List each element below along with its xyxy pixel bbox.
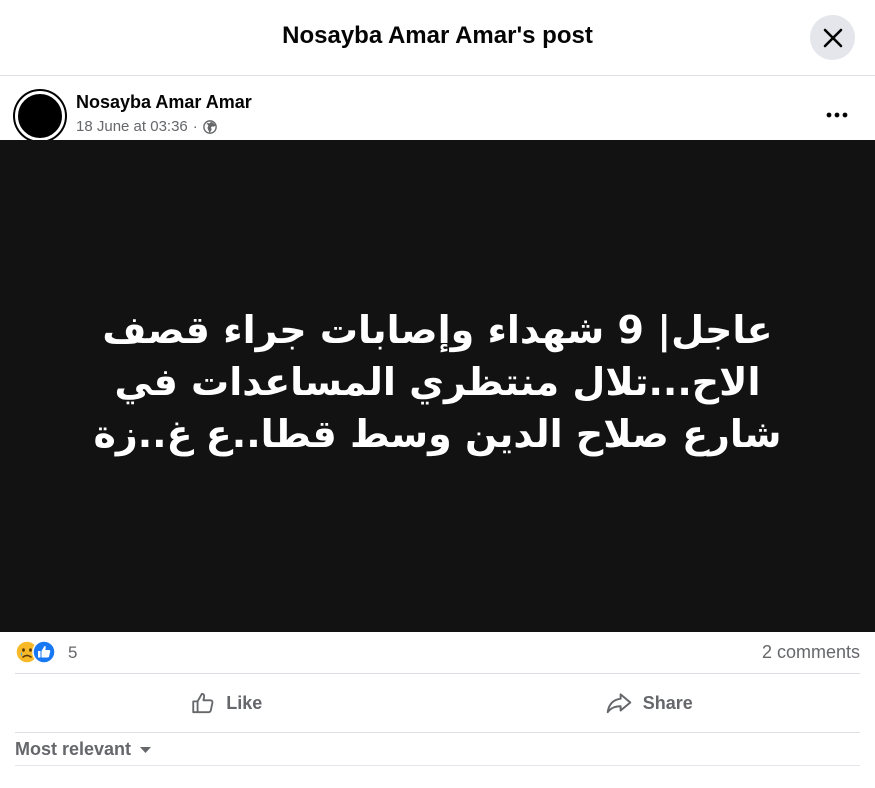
reaction-count[interactable]: 5 (68, 643, 77, 663)
like-button[interactable]: Like (15, 675, 438, 731)
dialog-header: Nosayba Amar Amar's post (0, 0, 875, 76)
globe-icon (202, 119, 217, 134)
reaction-stats: 5 2 comments (15, 636, 860, 672)
share-button[interactable]: Share (438, 675, 861, 731)
reactions-summary[interactable] (15, 640, 56, 664)
close-icon (823, 28, 842, 47)
meta-separator: · (192, 118, 198, 135)
author-name[interactable]: Nosayba Amar Amar (76, 92, 252, 113)
more-icon (826, 112, 848, 118)
actions-divider (15, 732, 860, 733)
comments-divider (15, 765, 860, 766)
post-header: Nosayba Amar Amar 18 June at 03:36 · (0, 77, 875, 141)
post-image-text: عاجل| 9 شهداء وإصابات جراء قصف الاح...تل… (93, 308, 782, 456)
avatar[interactable] (15, 91, 65, 141)
post-image[interactable]: عاجل| 9 شهداء وإصابات جراء قصف الاح...تل… (0, 140, 875, 632)
more-options-button[interactable] (822, 100, 852, 130)
chevron-down-icon (140, 746, 152, 753)
post-actions: Like Share (15, 675, 860, 731)
like-icon (192, 692, 214, 714)
sort-label: Most relevant (15, 739, 132, 759)
comments-count[interactable]: 2 comments (762, 642, 860, 663)
post-meta: 18 June at 03:36 · (76, 118, 217, 135)
close-button[interactable] (810, 15, 855, 60)
share-label: Share (642, 692, 693, 713)
like-label: Like (226, 692, 263, 713)
dialog-title: Nosayba Amar Amar's post (282, 22, 593, 49)
like-reaction-icon (32, 640, 56, 664)
comment-sort-dropdown[interactable]: Most relevant (15, 739, 152, 760)
post-timestamp[interactable]: 18 June at 03:36 (76, 118, 188, 135)
share-icon (606, 693, 632, 714)
stats-divider (15, 673, 860, 674)
